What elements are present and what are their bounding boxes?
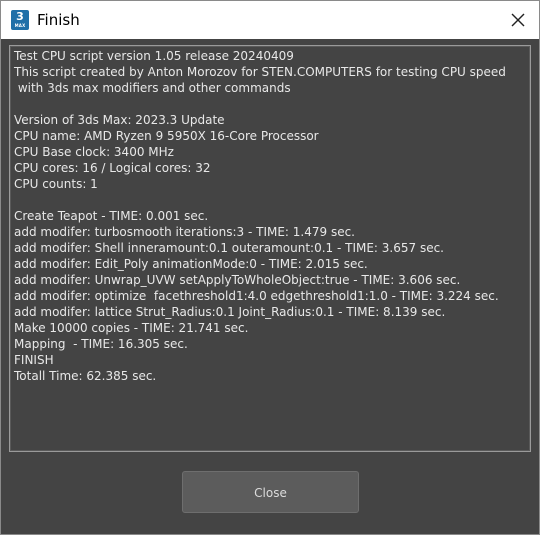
log-line: Mapping - TIME: 16.305 sec.: [14, 337, 188, 351]
log-line: add modifer: Unwrap_UVW setApplyToWholeO…: [14, 273, 461, 287]
log-line: Create Teapot - TIME: 0.001 sec.: [14, 209, 209, 223]
title-bar[interactable]: 3 MAX Finish: [1, 1, 539, 39]
log-line: This script created by Anton Morozov for…: [14, 65, 506, 79]
log-lines: Test CPU script version 1.05 release 202…: [10, 46, 530, 384]
3ds-max-icon: 3 MAX: [11, 10, 29, 30]
log-line: FINISH: [14, 353, 54, 367]
log-line: CPU cores: 16 / Logical cores: 32: [14, 161, 211, 175]
log-output[interactable]: Test CPU script version 1.05 release 202…: [9, 45, 531, 452]
log-line: add modifer: lattice Strut_Radius:0.1 Jo…: [14, 305, 446, 319]
close-icon[interactable]: [505, 7, 531, 33]
log-line: add modifer: Edit_Poly animationMode:0 -…: [14, 257, 368, 271]
log-line: add modifer: turbosmooth iterations:3 - …: [14, 225, 355, 239]
log-line: add modifer: optimize facethreshold1:4.0…: [14, 289, 499, 303]
window-title: Finish: [37, 11, 80, 29]
close-button[interactable]: Close: [182, 471, 359, 513]
finish-dialog: 3 MAX Finish Test CPU script version 1.0…: [0, 0, 540, 535]
log-line: CPU name: AMD Ryzen 9 5950X 16-Core Proc…: [14, 129, 319, 143]
app-icon-label: MAX: [14, 23, 26, 28]
log-line: CPU counts: 1: [14, 177, 98, 191]
log-line: with 3ds max modifiers and other command…: [14, 81, 291, 95]
dialog-content: Test CPU script version 1.05 release 202…: [1, 39, 539, 534]
app-icon-number: 3: [16, 10, 24, 23]
log-line: Test CPU script version 1.05 release 202…: [14, 49, 294, 63]
log-line: add modifer: Shell inneramount:0.1 outer…: [14, 241, 444, 255]
log-line: Version of 3ds Max: 2023.3 Update: [14, 113, 225, 127]
log-line: Make 10000 copies - TIME: 21.741 sec.: [14, 321, 249, 335]
log-line: CPU Base clock: 3400 MHz: [14, 145, 174, 159]
log-line: Totall Time: 62.385 sec.: [14, 369, 157, 383]
